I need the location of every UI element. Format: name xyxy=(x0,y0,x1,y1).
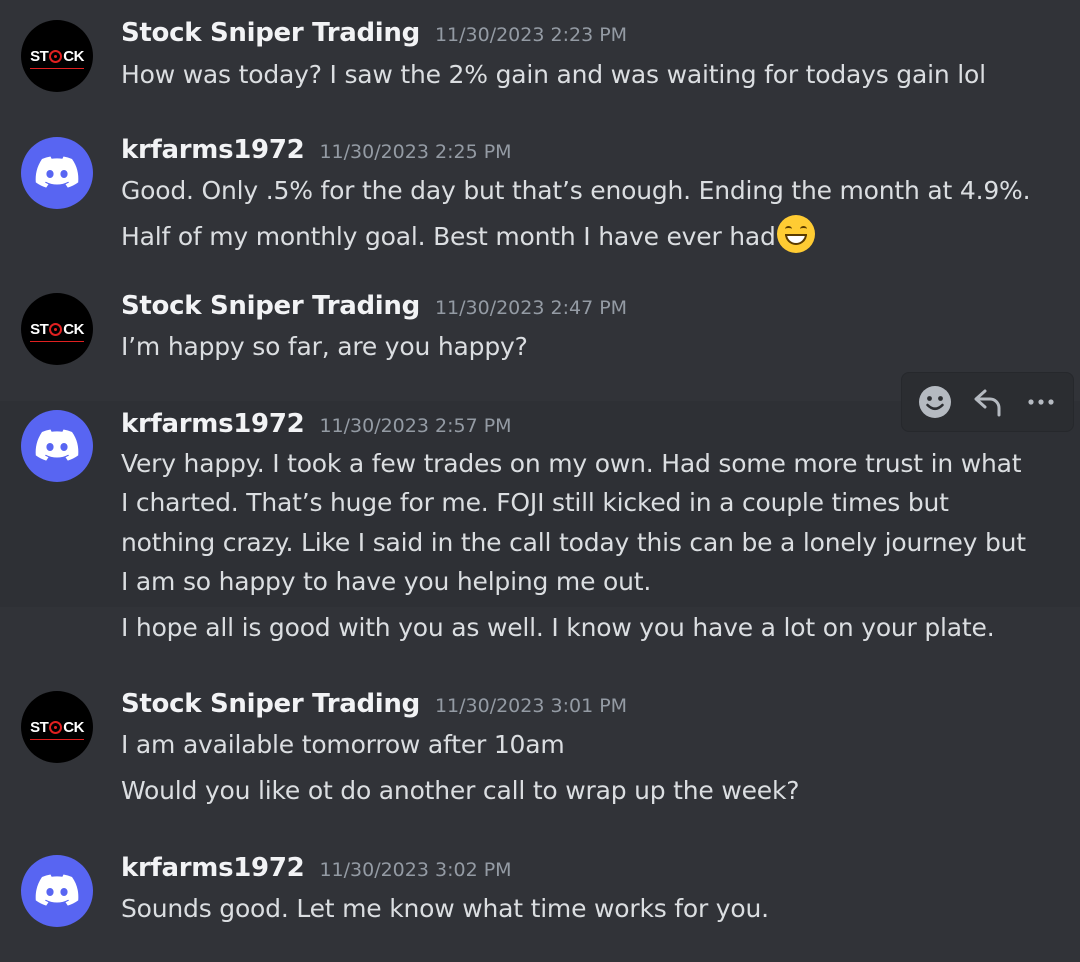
avatar[interactable]: ST CK xyxy=(21,691,93,763)
timestamp: 11/30/2023 2:47 PM xyxy=(434,297,628,319)
username[interactable]: krfarms1972 xyxy=(121,853,305,883)
timestamp: 11/30/2023 2:57 PM xyxy=(319,415,512,437)
message-text: I hope all is good with you as well. I k… xyxy=(121,613,995,642)
stock-sniper-logo: ST CK xyxy=(30,48,84,69)
timestamp: 11/30/2023 3:02 PM xyxy=(319,859,512,881)
grinning-face-emoji-icon xyxy=(776,215,815,253)
message-text-line: Half of my monthly goal. Best month I ha… xyxy=(121,215,815,253)
add-reaction-button[interactable] xyxy=(913,380,957,424)
add-reaction-icon xyxy=(918,386,951,418)
message-text: I am available tomorrow after 10am xyxy=(121,730,565,759)
username[interactable]: Stock Sniper Trading xyxy=(121,291,420,321)
message-text: nothing crazy. Like I said in the call t… xyxy=(121,528,1026,557)
username[interactable]: krfarms1972 xyxy=(121,409,305,439)
message-text: I’m happy so far, are you happy? xyxy=(121,332,528,361)
message-text: Sounds good. Let me know what time works… xyxy=(121,894,769,923)
username[interactable]: Stock Sniper Trading xyxy=(121,689,420,719)
message-text: I am so happy to have you helping me out… xyxy=(121,567,652,596)
reply-icon xyxy=(974,389,1000,417)
message-text: How was today? I saw the 2% gain and was… xyxy=(121,60,986,89)
stock-sniper-logo: ST CK xyxy=(30,719,84,740)
message-group: ST CK Stock Sniper Trading 11/30/2023 2:2… xyxy=(0,0,1080,120)
message-text: Would you like ot do another call to wra… xyxy=(121,776,800,805)
message-group: ST CK Stock Sniper Trading 11/30/2023 3:0… xyxy=(0,657,1080,837)
message-group: krfarms1972 11/30/2023 2:25 PM Good. Onl… xyxy=(0,120,1080,280)
discord-logo-icon xyxy=(35,156,79,188)
message-text: Very happy. I took a few trades on my ow… xyxy=(121,449,1022,478)
discord-logo-icon xyxy=(35,429,79,461)
timestamp: 11/30/2023 3:01 PM xyxy=(434,695,628,717)
username[interactable]: krfarms1972 xyxy=(121,135,305,165)
username[interactable]: Stock Sniper Trading xyxy=(121,18,420,48)
timestamp: 11/30/2023 2:25 PM xyxy=(319,141,512,163)
timestamp: 11/30/2023 2:23 PM xyxy=(434,24,628,46)
message-followup: I hope all is good with you as well. I k… xyxy=(0,607,1080,657)
message-group: krfarms1972 11/30/2023 3:02 PM Sounds go… xyxy=(0,837,1080,962)
message-actions-toolbar xyxy=(901,372,1074,432)
reply-button[interactable] xyxy=(966,380,1010,424)
message-text: Half of my monthly goal. Best month I ha… xyxy=(121,222,776,251)
avatar[interactable] xyxy=(21,855,93,927)
avatar[interactable]: ST CK xyxy=(21,293,93,365)
avatar[interactable] xyxy=(21,410,93,482)
more-options-icon xyxy=(1027,399,1054,405)
more-options-button[interactable] xyxy=(1019,380,1063,424)
avatar[interactable] xyxy=(21,137,93,209)
stock-sniper-logo: ST CK xyxy=(30,321,84,342)
message-text: I charted. That’s huge for me. FOJI stil… xyxy=(121,488,949,517)
discord-logo-icon xyxy=(35,874,79,906)
avatar[interactable]: ST CK xyxy=(21,20,93,92)
message-text: Good. Only .5% for the day but that’s en… xyxy=(121,176,1031,205)
